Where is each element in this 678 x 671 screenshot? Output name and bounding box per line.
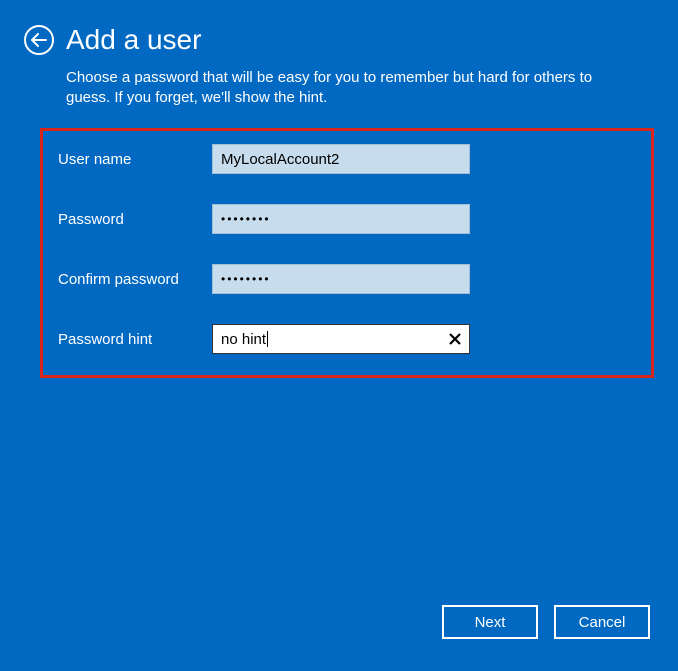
page-subtitle: Choose a password that will be easy for … [66,68,626,109]
add-user-form: User name MyLocalAccount2 Password •••••… [58,144,638,384]
password-value: •••••••• [221,212,271,226]
username-value: MyLocalAccount2 [221,151,339,168]
confirm-password-label: Confirm password [58,271,212,288]
username-input[interactable]: MyLocalAccount2 [212,144,470,174]
arrow-left-icon [31,33,47,47]
text-caret [267,331,268,347]
confirm-password-value: •••••••• [221,272,271,286]
close-icon [449,333,461,345]
password-hint-value: no hint [221,331,266,348]
back-button[interactable] [24,25,54,55]
password-label: Password [58,211,212,228]
cancel-button[interactable]: Cancel [554,605,650,639]
next-button[interactable]: Next [442,605,538,639]
confirm-password-input[interactable]: •••••••• [212,264,470,294]
page-title: Add a user [66,24,201,56]
clear-hint-button[interactable] [441,325,469,353]
password-input[interactable]: •••••••• [212,204,470,234]
password-hint-label: Password hint [58,331,212,348]
password-hint-input[interactable]: no hint [212,324,470,354]
username-label: User name [58,151,212,168]
